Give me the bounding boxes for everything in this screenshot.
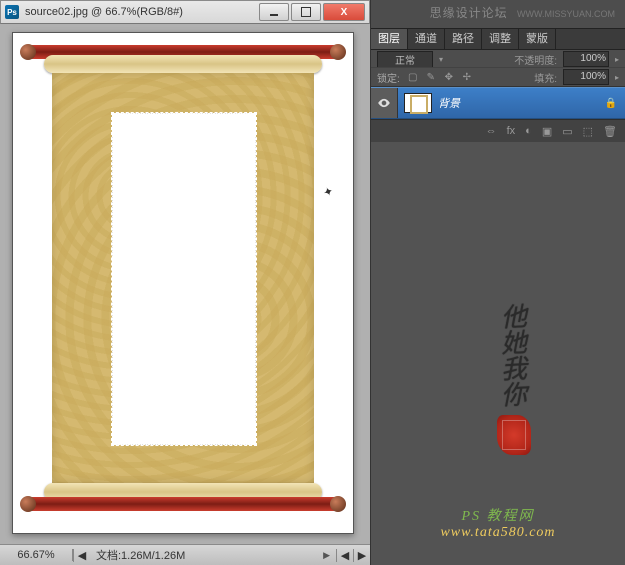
lock-pixels-icon[interactable]: ✎ <box>424 72 438 83</box>
footer-wm-line1: PS 教程网 <box>371 505 625 525</box>
visibility-toggle[interactable] <box>371 88 398 118</box>
seal-stamp-icon <box>497 415 531 455</box>
tab-paths[interactable]: 路径 <box>445 29 482 49</box>
scroll-bottom-rod <box>28 497 338 511</box>
canvas[interactable] <box>12 32 354 534</box>
scroll-right-icon[interactable]: ▶ <box>353 549 370 562</box>
tab-masks[interactable]: 蒙版 <box>519 29 556 49</box>
panel-header: 思缘设计论坛 WWW.MISSYUAN.COM 图层 通道 路径 调整 蒙版 正… <box>371 0 625 87</box>
footer-watermark: PS 教程网 www.tata580.com <box>371 505 625 541</box>
tab-layers[interactable]: 图层 <box>371 29 408 49</box>
document-window: Ps source02.jpg @ 66.7%(RGB/8#) X <box>0 0 371 565</box>
lock-transparent-icon[interactable]: ▢ <box>406 72 420 83</box>
opacity-menu-icon[interactable]: ▸ <box>615 55 619 64</box>
watermark-text: 思缘设计论坛 <box>430 6 508 20</box>
trash-icon[interactable]: 🗑 <box>603 125 617 138</box>
callig-char: 你 <box>500 382 527 409</box>
new-layer-icon[interactable]: ⬚ <box>583 125 593 138</box>
zoom-field[interactable]: 66.67% <box>0 549 73 561</box>
scroll-paper <box>52 73 314 483</box>
tab-channels[interactable]: 通道 <box>408 29 445 49</box>
scroll-left-icon[interactable]: ◀ <box>336 549 353 562</box>
close-button[interactable]: X <box>323 3 365 21</box>
layer-thumbnail[interactable] <box>404 93 432 113</box>
lock-icons[interactable]: ▢ ✎ ✥ ✢ <box>406 72 474 83</box>
document-title: source02.jpg @ 66.7%(RGB/8#) <box>25 6 257 18</box>
layer-fx-icon[interactable]: fx <box>507 125 516 137</box>
opacity-field[interactable]: 100% <box>563 51 609 67</box>
dropdown-icon[interactable]: ▾ <box>439 55 443 64</box>
layer-lock-icon: 🔒 <box>605 98 617 109</box>
scroll-image <box>19 39 347 527</box>
scroll-top-roll <box>44 55 322 73</box>
calligraphy-watermark: 他 她 我 你 <box>497 305 531 455</box>
maximize-button[interactable] <box>291 3 321 21</box>
titlebar[interactable]: Ps source02.jpg @ 66.7%(RGB/8#) X <box>0 0 370 24</box>
status-bar: 66.67% ◀ 文档:1.26M/1.26M ▶ ◀ ▶ <box>0 544 370 565</box>
tab-adjustments[interactable]: 调整 <box>482 29 519 49</box>
header-watermark: 思缘设计论坛 WWW.MISSYUAN.COM <box>430 4 615 21</box>
layer-lock-row: 锁定: ▢ ✎ ✥ ✢ 填充: 100% ▸ <box>371 67 625 86</box>
fill-label: 填充: <box>534 70 557 85</box>
opacity-label: 不透明度: <box>514 52 557 67</box>
marquee-selection[interactable] <box>112 113 256 445</box>
canvas-area[interactable] <box>0 24 370 544</box>
lock-position-icon[interactable]: ✥ <box>442 72 456 83</box>
link-layers-icon[interactable]: ⇔ <box>486 125 497 137</box>
fill-field[interactable]: 100% <box>563 69 609 85</box>
minimize-button[interactable] <box>259 3 289 21</box>
fill-menu-icon[interactable]: ▸ <box>615 73 619 82</box>
blend-mode-select[interactable]: 正常 <box>377 51 433 68</box>
layer-options-row: 正常 ▾ 不透明度: 100% ▸ <box>371 50 625 68</box>
app-logo-icon: Ps <box>5 5 19 19</box>
layer-name[interactable]: 背景 <box>438 95 460 111</box>
panels-area: 思缘设计论坛 WWW.MISSYUAN.COM 图层 通道 路径 调整 蒙版 正… <box>371 0 625 565</box>
doc-prev-icon[interactable]: ◀ <box>73 549 90 562</box>
adjustment-layer-icon[interactable]: ▣ <box>542 125 552 138</box>
lock-all-icon[interactable]: ✢ <box>460 72 474 83</box>
doc-info-text: 文档:1.26M/1.26M <box>96 547 185 563</box>
panel-tabs: 图层 通道 路径 调整 蒙版 <box>371 28 625 50</box>
doc-info-menu-icon[interactable]: ▶ <box>323 550 330 561</box>
layer-mask-icon[interactable]: ◐ <box>525 125 532 137</box>
lock-label: 锁定: <box>377 70 400 85</box>
layer-row-background[interactable]: 背景 🔒 <box>371 87 625 119</box>
watermark-url: WWW.MISSYUAN.COM <box>517 9 615 19</box>
eye-icon <box>377 96 391 110</box>
layer-list[interactable]: 背景 🔒 他 她 我 你 PS 教程网 www.tata580.com ⇔ fx… <box>371 87 625 565</box>
footer-wm-line2: www.tata580.com <box>371 525 625 541</box>
group-icon[interactable]: ▭ <box>562 125 572 138</box>
layers-panel-footer: ⇔ fx ◐ ▣ ▭ ⬚ 🗑 <box>371 119 625 142</box>
doc-info[interactable]: 文档:1.26M/1.26M ▶ <box>90 547 336 563</box>
